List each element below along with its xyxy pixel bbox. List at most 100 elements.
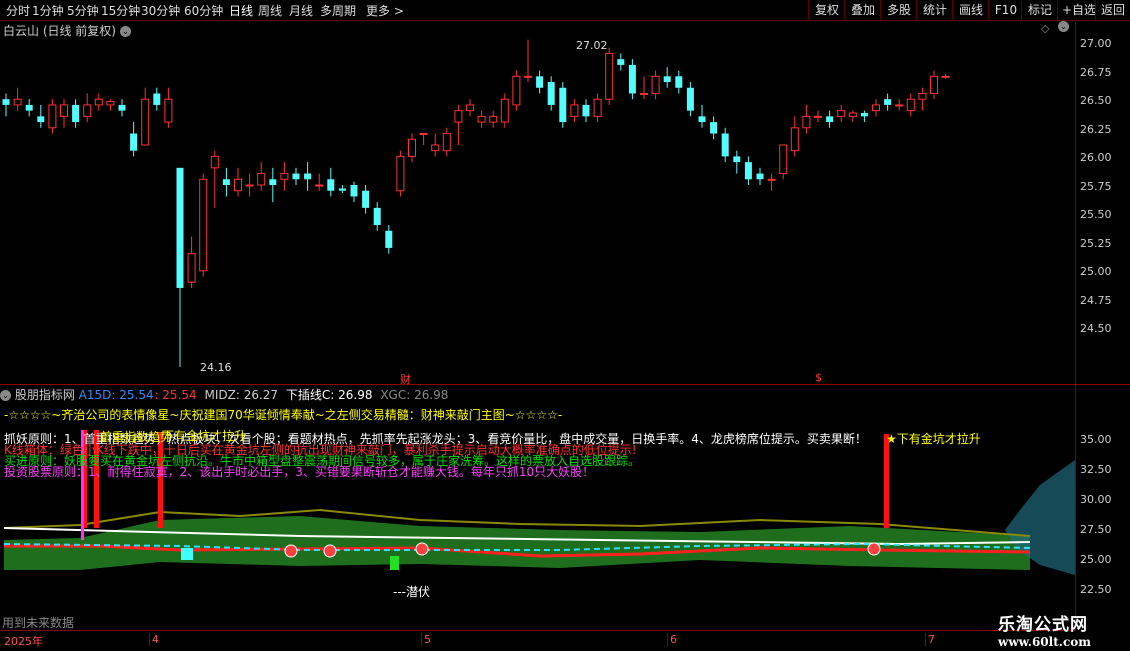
low-price-label: 24.16 [200, 361, 232, 374]
candle-body [651, 75, 660, 94]
candle-body [536, 76, 544, 88]
overlay-text-b: 下有金坑才拉升 [162, 429, 247, 443]
candle-body [396, 155, 405, 192]
period-tab-60min[interactable]: 60分钟 [184, 2, 223, 19]
candle-body [489, 115, 498, 123]
candle-body [419, 133, 428, 136]
candle-body [362, 190, 370, 208]
candle-body [60, 104, 68, 117]
candle-body [941, 75, 950, 78]
indicator-axis-label: 32.50 [1080, 463, 1112, 476]
candle-body [83, 104, 92, 117]
candle-body [257, 173, 266, 186]
candle-body [663, 76, 671, 83]
candle-body [304, 173, 312, 180]
signal-ball [284, 544, 298, 558]
candle-body [106, 100, 115, 106]
signal-square [181, 548, 193, 560]
right-axis-border [1075, 22, 1076, 630]
candle-body [814, 115, 822, 118]
date-label: 4 [149, 633, 159, 646]
price-axis-label: 25.50 [1080, 208, 1112, 221]
period-toolbar: 分时 1分钟 5分钟 15分钟 30分钟 60分钟 日线 周线 月线 多周期 更… [0, 0, 1130, 21]
period-tab-1min[interactable]: 1分钟 [32, 2, 64, 19]
candle-body [860, 112, 868, 117]
candle-body [884, 99, 892, 105]
indicator-axis-label: 30.00 [1080, 493, 1112, 506]
price-axis-label: 25.00 [1080, 265, 1112, 278]
candle-body [350, 185, 358, 197]
candle-body [245, 184, 254, 187]
period-tab-more[interactable]: 更多 > [366, 2, 404, 19]
site-watermark: 乐淘公式网 www.60lt.com [998, 610, 1091, 649]
statistics-button[interactable]: 统计 [916, 0, 953, 20]
date-label: 6 [667, 633, 677, 646]
candle-body [2, 99, 10, 105]
period-tab-30min[interactable]: 30分钟 [141, 2, 180, 19]
candle-body [500, 98, 509, 123]
add-watchlist-button[interactable]: +自选 [1057, 0, 1096, 20]
candle-body [559, 87, 567, 123]
candle-body [48, 104, 57, 129]
period-tab-weekly[interactable]: 周线 [258, 2, 282, 19]
candle-body [280, 173, 289, 180]
candle-body [187, 253, 196, 283]
overlay-button[interactable]: 叠加 [844, 0, 881, 20]
f10-button[interactable]: F10 [988, 0, 1023, 20]
candle-body [13, 98, 22, 106]
candle-body [686, 87, 694, 111]
mark-button[interactable]: 标记 [1021, 0, 1058, 20]
candlestick-chart[interactable] [0, 30, 1075, 385]
period-tab-daily[interactable]: 日线 [229, 2, 253, 19]
indicator-axis-label: 22.50 [1080, 583, 1112, 596]
watermark-name: 乐淘公式网 [998, 615, 1088, 635]
candle-body [153, 93, 161, 105]
candle-body [315, 184, 324, 187]
indicator-axis-label: 25.00 [1080, 553, 1112, 566]
date-label: 2025年 [4, 635, 43, 648]
candle-body [385, 230, 393, 248]
candle-body [338, 188, 346, 191]
period-tab-5min[interactable]: 5分钟 [67, 2, 99, 19]
candle-body [906, 98, 915, 112]
candle-body [605, 52, 614, 100]
candle-body [790, 127, 799, 152]
candle-body [837, 110, 846, 117]
dividend-marker[interactable]: $ [815, 371, 822, 384]
candle-body [802, 115, 811, 129]
candle-body [895, 104, 904, 107]
period-tab-timeshare[interactable]: 分时 [6, 2, 30, 19]
finance-marker[interactable]: 财 [400, 371, 411, 387]
candle-body [593, 98, 602, 117]
price-axis-label: 27.00 [1080, 37, 1112, 50]
draw-line-button[interactable]: 画线 [952, 0, 989, 20]
period-tab-monthly[interactable]: 月线 [289, 2, 313, 19]
candle-body [675, 76, 683, 88]
back-button[interactable]: 返回 [1095, 0, 1130, 20]
signal-square [390, 556, 399, 570]
candle-body [72, 104, 80, 123]
candle-body [176, 167, 184, 288]
period-tab-multi[interactable]: 多周期 [320, 2, 356, 19]
candle-body [570, 104, 579, 117]
candle-body [431, 144, 440, 152]
indicator-axis-label: 27.50 [1080, 523, 1112, 536]
multi-stock-button[interactable]: 多股 [880, 0, 917, 20]
signal-ball [415, 542, 429, 556]
date-label: 5 [421, 633, 431, 646]
pane-divider [0, 384, 1130, 385]
candle-body [617, 59, 625, 65]
adjust-button[interactable]: 复权 [808, 0, 845, 20]
candle-body [721, 133, 729, 157]
candle-body [872, 104, 880, 112]
candle-body [918, 92, 927, 100]
candle-body [292, 173, 300, 180]
candle-body [466, 104, 474, 112]
signal-ball [867, 542, 881, 556]
candle-body [25, 104, 33, 111]
qianfu-label: ---潜伏 [393, 585, 430, 599]
indicator-axis-label: 35.00 [1080, 433, 1112, 446]
indicator-banner: -☆☆☆☆~齐治公司的表情像星~庆祝建国70华诞倾情奉献~之左侧交易精髓：财神来… [4, 408, 563, 422]
period-tab-15min[interactable]: 15分钟 [101, 2, 140, 19]
candle-body [767, 178, 776, 181]
